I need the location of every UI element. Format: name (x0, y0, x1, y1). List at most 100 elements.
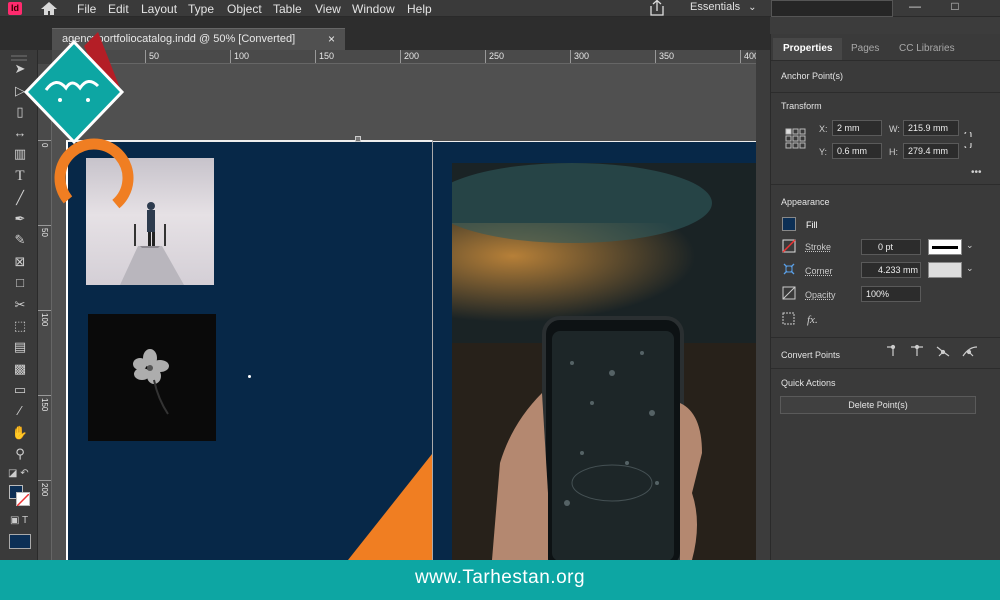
ruler-label: 50 (40, 228, 49, 237)
fill-label: Fill (806, 220, 818, 230)
fill-color-swatch[interactable] (782, 217, 796, 231)
ruler-label: 150 (40, 398, 49, 412)
reference-point-icon[interactable] (785, 128, 807, 150)
ruler-label: 250 (489, 51, 505, 61)
properties-panel: Properties Pages CC Libraries Anchor Poi… (770, 34, 1000, 560)
opacity-icon[interactable] (782, 286, 796, 300)
delete-points-button[interactable]: Delete Point(s) (780, 396, 976, 414)
page-spine (432, 140, 433, 560)
opacity-field[interactable]: 100% (861, 286, 921, 302)
close-icon[interactable]: × (328, 29, 335, 50)
menu-bar: Id File Edit Layout Type Object Table Vi… (0, 0, 1000, 17)
height-field[interactable]: 279.4 mm (903, 143, 959, 159)
ruler-label: 50 (149, 51, 160, 61)
horizontal-ruler: 50 100 150 200 250 300 350 400 (52, 50, 756, 64)
selection-handle[interactable] (355, 136, 361, 142)
chevron-down-icon[interactable]: ⌄ (966, 263, 974, 274)
quick-actions-title: Quick Actions (781, 378, 836, 388)
rectangle-icon[interactable]: □ (10, 274, 30, 292)
more-options-icon[interactable]: ••• (971, 167, 982, 178)
drop-shadow-icon[interactable] (782, 312, 796, 326)
free-transform-icon[interactable]: ⬚ (10, 317, 30, 335)
site-url-footer: www.Tarhestan.org (0, 560, 1000, 600)
formatting-container-icon[interactable]: ▣ T (10, 515, 28, 526)
stroke-label[interactable]: Stroke (805, 242, 831, 252)
stroke-color-icon[interactable] (782, 239, 796, 253)
appearance-title: Appearance (781, 197, 830, 207)
tab-pages[interactable]: Pages (851, 38, 879, 60)
phone-rain-photo-frame[interactable] (452, 163, 756, 560)
corner-shape-dropdown[interactable] (928, 262, 962, 278)
zoom-icon[interactable]: ⚲ (10, 445, 30, 463)
menu-help[interactable]: Help (407, 2, 432, 16)
ruler-label: 400 (744, 51, 756, 61)
flower-photo-frame[interactable] (88, 314, 216, 441)
screen-mode-icon[interactable] (9, 534, 31, 549)
swap-colors-icon[interactable]: ◪ ↶ (8, 468, 30, 482)
rectangle-frame-icon[interactable]: ⊠ (10, 253, 30, 271)
gradient-icon[interactable]: ▤ (10, 338, 30, 356)
ruler-label: 100 (234, 51, 250, 61)
stroke-swatch[interactable] (16, 492, 30, 507)
workspace-label: Essentials (690, 1, 741, 13)
divider (771, 184, 1000, 185)
h-label: H: (889, 147, 898, 157)
hand-icon[interactable]: ✋ (10, 424, 30, 442)
y-label: Y: (819, 147, 828, 157)
gradient-feather-icon[interactable]: ▩ (10, 360, 30, 378)
orange-triangle-shape[interactable] (348, 454, 432, 560)
scissors-icon[interactable]: ✂ (10, 296, 30, 314)
search-input[interactable] (771, 0, 893, 17)
ruler-label: 200 (40, 483, 49, 497)
document-canvas[interactable] (52, 64, 756, 560)
tab-properties[interactable]: Properties (773, 38, 843, 60)
workspace-switcher[interactable]: Essentials ⌄ (690, 1, 757, 13)
menu-object[interactable]: Object (227, 2, 262, 16)
ruler-label: 300 (574, 51, 590, 61)
corner-options-icon[interactable] (782, 262, 796, 276)
menu-edit[interactable]: Edit (108, 2, 129, 16)
y-field[interactable]: 0.6 mm (832, 143, 882, 159)
x-label: X: (819, 124, 828, 134)
menu-table[interactable]: Table (273, 2, 302, 16)
menu-file[interactable]: File (77, 2, 96, 16)
app-icon[interactable]: Id (8, 2, 22, 15)
minimize-button[interactable]: — (900, 0, 930, 15)
width-field[interactable]: 215.9 mm (903, 120, 959, 136)
stroke-weight-field[interactable]: 0 pt (861, 239, 921, 255)
constrain-proportions-icon[interactable] (961, 132, 975, 148)
effects-icon[interactable]: fx. (807, 314, 818, 326)
x-field[interactable]: 2 mm (832, 120, 882, 136)
menu-view[interactable]: View (315, 2, 341, 16)
divider (771, 60, 1000, 61)
ruler-label: 350 (659, 51, 675, 61)
home-icon[interactable] (38, 1, 60, 16)
pencil-icon[interactable]: ✎ (10, 231, 30, 249)
corner-size-field[interactable]: 4.233 mm (861, 262, 921, 278)
convert-points-tools[interactable] (885, 344, 985, 360)
menu-type[interactable]: Type (188, 2, 214, 16)
transform-title: Transform (781, 101, 822, 111)
maximize-button[interactable]: □ (940, 0, 970, 15)
ruler-label: 200 (404, 51, 420, 61)
tab-cc-libraries[interactable]: CC Libraries (899, 38, 955, 60)
ruler-label: 100 (40, 313, 49, 327)
stroke-type-dropdown[interactable] (928, 239, 962, 255)
tarhestan-logo (24, 32, 134, 213)
menu-layout[interactable]: Layout (141, 2, 177, 16)
chevron-down-icon[interactable]: ⌄ (966, 240, 974, 251)
menu-window[interactable]: Window (352, 2, 395, 16)
divider (771, 92, 1000, 93)
convert-points-title: Convert Points (781, 350, 841, 360)
note-icon[interactable]: ▭ (10, 381, 30, 399)
opacity-label[interactable]: Opacity (805, 290, 836, 300)
divider (771, 368, 1000, 369)
w-label: W: (889, 124, 900, 134)
corner-label[interactable]: Corner (805, 266, 833, 276)
center-point (248, 375, 251, 378)
share-icon[interactable] (648, 0, 666, 16)
eyedropper-icon[interactable]: ⁄ (10, 402, 30, 420)
anchor-points-label: Anchor Point(s) (781, 71, 844, 81)
divider (771, 337, 1000, 338)
chevron-down-icon: ⌄ (748, 2, 757, 13)
